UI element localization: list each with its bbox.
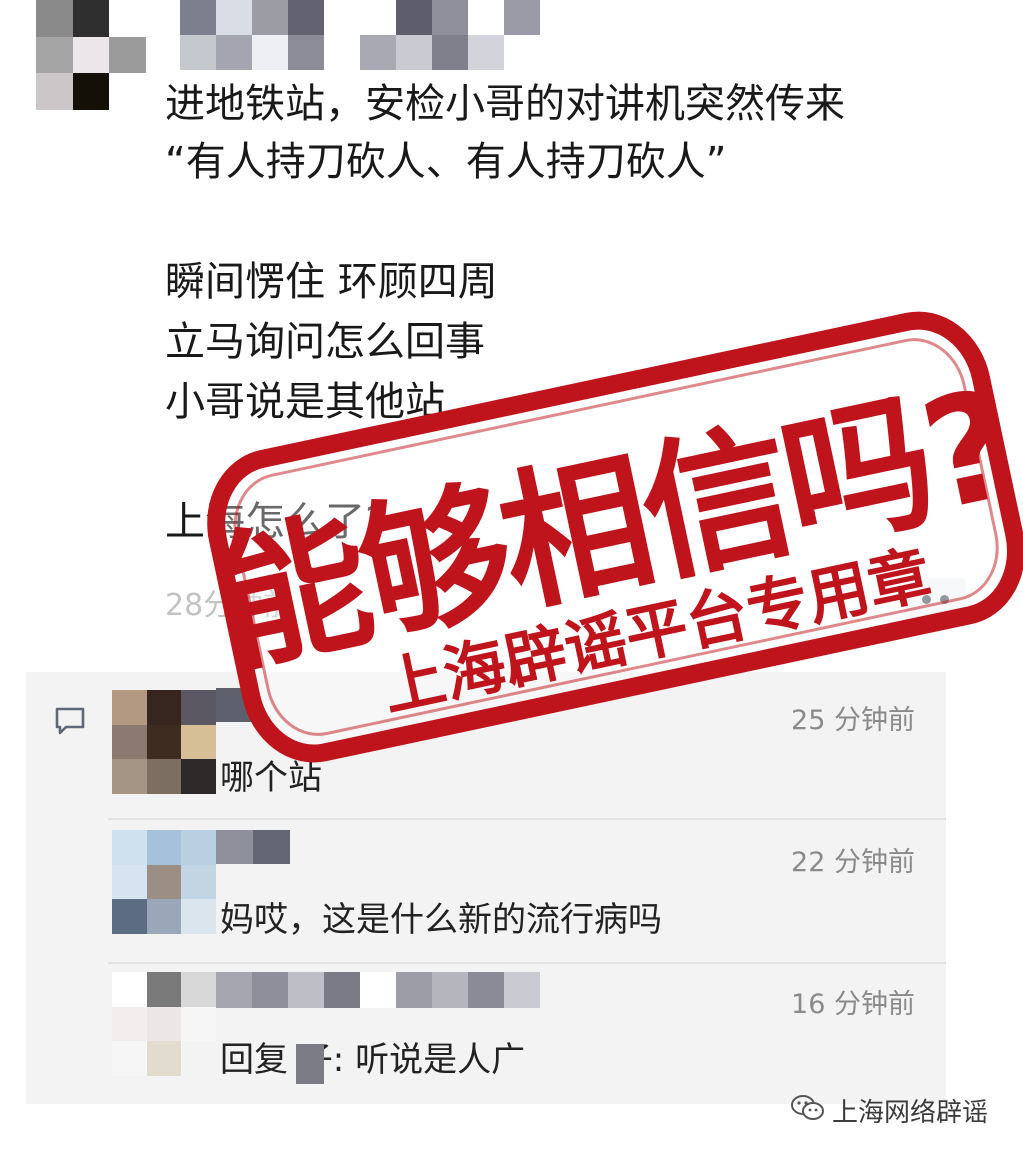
stamp-graphic: 能够相信吗? 上海辟谣平台专用章 <box>204 311 1023 763</box>
poster-name[interactable] <box>180 0 540 70</box>
comment-text[interactable]: 妈哎，这是什么新的流行病吗 <box>220 892 662 941</box>
commenter-name[interactable] <box>216 830 290 864</box>
wechat-icon <box>790 1093 826 1127</box>
commenter-avatar[interactable] <box>112 972 216 1076</box>
comment-divider <box>108 962 946 964</box>
comment-timestamp: 22 分钟前 <box>791 847 915 878</box>
comment-text[interactable]: 回复 子: 听说是人广 <box>220 1032 525 1081</box>
stamp: 能够相信吗? 上海辟谣平台专用章 <box>196 276 1023 796</box>
comment-divider <box>108 818 946 820</box>
comment-bubble-icon <box>54 706 86 740</box>
post-text-line-2: “有人持刀砍人、有人持刀砍人” <box>165 139 727 185</box>
redacted-name-block <box>296 1044 324 1084</box>
poster-avatar[interactable] <box>36 0 146 110</box>
commenter-name[interactable] <box>216 972 540 1008</box>
post-text-line-1: 进地铁站，安检小哥的对讲机突然传来 <box>165 81 845 127</box>
watermark-text: 上海网络辟谣 <box>832 1097 989 1128</box>
watermark: 上海网络辟谣 <box>790 1090 988 1130</box>
commenter-avatar[interactable] <box>112 830 216 934</box>
comment-timestamp: 16 分钟前 <box>791 989 915 1020</box>
